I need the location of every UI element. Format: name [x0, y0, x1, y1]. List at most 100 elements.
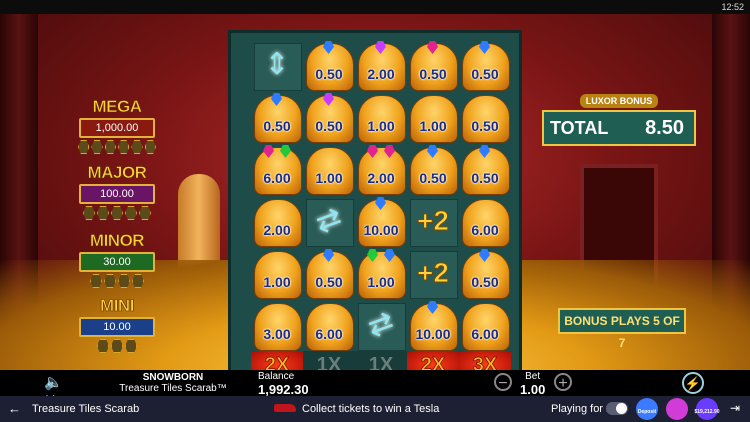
multiplier-row: 2X 1X 1X 2X 3X: [251, 351, 511, 370]
promo-caption: Deposit: [637, 409, 657, 415]
bet-decrease-button[interactable]: −: [494, 373, 512, 392]
car-icon[interactable]: [274, 404, 296, 412]
promo-tile[interactable]: [666, 398, 688, 420]
reel-cell: 0.50: [251, 91, 303, 143]
jackpot-gems: [78, 274, 156, 288]
gem-slot-icon: [78, 140, 90, 154]
status-bar: 12:52: [0, 0, 750, 14]
reel-cell: 0.50: [303, 247, 355, 299]
tile-value: 1.00: [419, 118, 447, 134]
tile-value: 1.00: [367, 274, 395, 290]
bet-label: Bet: [525, 371, 541, 382]
turbo-icon[interactable]: ⚡: [682, 372, 704, 394]
jackpot-title: MAJOR: [87, 163, 147, 182]
gem-slot-icon: [125, 206, 137, 220]
app-title: Treasure Tiles Scarab: [32, 403, 140, 415]
back-arrow-icon[interactable]: ←: [8, 401, 21, 416]
jackpot-value: 1,000.00: [79, 118, 155, 138]
gem-slot-icon: [83, 206, 95, 220]
game-area: MEGA 1,000.00 MAJOR 100.00 MINOR 30.00 MINI 10.…: [0, 14, 750, 370]
reel-cell: 3.00: [251, 299, 303, 351]
exit-icon[interactable]: ⇥: [730, 401, 740, 415]
reel-cell: 2.00: [355, 39, 407, 91]
reel-cell: 0.50: [459, 39, 511, 91]
reel-cell: +2: [407, 247, 459, 299]
tile-value: 2.00: [367, 170, 395, 186]
gem-slot-icon: [125, 339, 137, 353]
game-name: Treasure Tiles Scarab™: [119, 383, 227, 394]
multiplier-cell: 1X: [355, 351, 407, 370]
tile-value: 2.00: [367, 66, 395, 82]
game-footer: 🔈✕ SNOWBORN Treasure Tiles Scarab™ Balan…: [0, 370, 750, 409]
balance-value: 1,992.30: [258, 382, 309, 397]
multiplier-cell: 2X: [407, 351, 459, 370]
tile-value: 2.00: [263, 222, 291, 238]
multiplier-cell: 2X: [251, 351, 303, 370]
jackpot-value: 30.00: [79, 252, 155, 272]
tile-value: 0.50: [419, 170, 447, 186]
jackpot-title: MEGA: [92, 97, 142, 116]
plus-spins-symbol: +2: [417, 257, 450, 289]
gem-slot-icon: [131, 140, 143, 154]
reel-cell: 0.50: [459, 143, 511, 195]
bet-increase-button[interactable]: +: [554, 373, 572, 392]
reel-cell: 1.00: [355, 91, 407, 143]
tile-value: 6.00: [471, 222, 499, 238]
gem-slot-icon: [90, 274, 102, 288]
gem-slot-icon: [111, 206, 123, 220]
reel-cell: 10.00: [407, 299, 459, 351]
gem-slot-icon: [104, 274, 116, 288]
gem-slot-icon: [97, 339, 109, 353]
tile-value: 0.50: [471, 274, 499, 290]
tile-value: 10.00: [415, 326, 451, 342]
promo-text[interactable]: Collect tickets to win a Tesla: [302, 403, 439, 415]
gem-slot-icon: [97, 206, 109, 220]
reel-grid: ⇕ 0.50 2.00 0.50 0.50 0.50 0.50 1.00 1.00 0.50 6.0…: [251, 39, 511, 351]
bet-display: Bet 1.00: [520, 371, 545, 397]
balance-label: Balance: [258, 371, 295, 382]
tile-value: 0.50: [471, 66, 499, 82]
tile-value: 1.00: [263, 274, 291, 290]
jackpot-value: 100.00: [79, 184, 155, 204]
reel-frame: ⇕ 0.50 2.00 0.50 0.50 0.50 0.50 1.00 1.00 0.50 6.0…: [228, 30, 522, 370]
reel-cell: 0.50: [303, 91, 355, 143]
reel-cell: 6.00: [459, 195, 511, 247]
reel-cell: 0.50: [407, 143, 459, 195]
multiplier-cell: 3X: [459, 351, 511, 370]
reel-cell: 6.00: [459, 299, 511, 351]
gem-slot-icon: [139, 206, 151, 220]
reel-cell: +2: [407, 195, 459, 247]
luxor-total-box: TOTAL 8.50: [542, 110, 696, 146]
vertical-arrows-icon: ⇕: [264, 48, 290, 81]
tile-value: 3.00: [263, 326, 291, 342]
gem-slot-icon: [118, 274, 130, 288]
jackpot-1: MAJOR 100.00: [78, 163, 156, 220]
luxor-bonus-title: LUXOR BONUS: [580, 94, 658, 108]
status-time: 12:52: [721, 2, 744, 12]
jackpot-gems: [78, 140, 156, 154]
jackpot-2: MINOR 30.00: [78, 231, 156, 288]
bet-value: 1.00: [520, 382, 546, 397]
gem-slot-icon: [91, 140, 103, 154]
tile-value: 0.50: [471, 170, 499, 186]
luxor-total-value: 8.50: [645, 116, 684, 139]
reel-cell: ⇄: [355, 299, 407, 351]
reel-cell: ⇕: [251, 39, 303, 91]
mute-icon[interactable]: 🔈✕: [44, 373, 68, 409]
jackpot-3: MINI 10.00: [78, 296, 156, 353]
tile-value: 0.50: [471, 118, 499, 134]
tile-value: 1.00: [367, 118, 395, 134]
tile-value: 6.00: [315, 326, 343, 342]
reel-cell: 6.00: [251, 143, 303, 195]
jackpot-gems: [78, 206, 156, 220]
reel-cell: 6.00: [303, 299, 355, 351]
reel-cell: 1.00: [407, 91, 459, 143]
game-brand: SNOWBORN Treasure Tiles Scarab™: [118, 372, 228, 394]
luxor-total-label: TOTAL: [550, 117, 609, 138]
tile-value: 0.50: [315, 274, 343, 290]
tile-value: 6.00: [263, 170, 291, 186]
app-bar: ← Treasure Tiles Scarab Collect tickets …: [0, 396, 750, 422]
luxor-bonus-panel: LUXOR BONUS TOTAL 8.50: [542, 94, 696, 146]
reel-cell: 2.00: [355, 143, 407, 195]
real-play-toggle[interactable]: [606, 402, 628, 415]
